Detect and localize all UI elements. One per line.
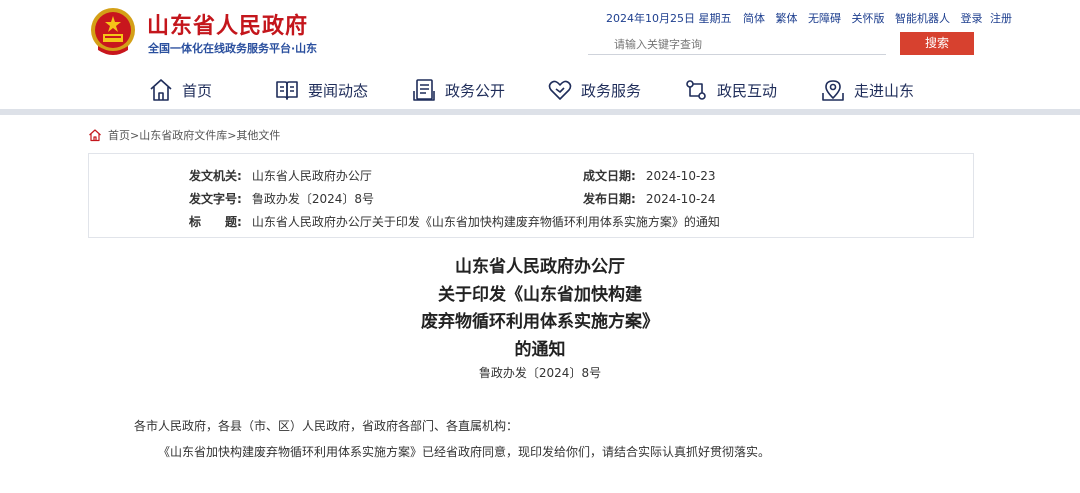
nav-label-gov-service: 政务服务 <box>581 81 642 100</box>
link-register[interactable]: 注册 <box>990 12 1012 25</box>
link-traditional[interactable]: 繁体 <box>776 12 798 25</box>
nav-item-gov-service[interactable]: 政务服务 <box>547 76 641 104</box>
interaction-icon <box>686 80 706 100</box>
link-robot[interactable]: 智能机器人 <box>895 12 950 25</box>
nav-item-interaction[interactable]: 政民互动 <box>683 76 777 104</box>
nav-label-interaction: 政民互动 <box>717 81 778 100</box>
doc-number-label: 发文字号: <box>189 192 242 206</box>
info-issuer: 发文机关: 山东省人民政府办公厅 <box>189 167 372 184</box>
subject-value: 山东省人民政府办公厅关于印发《山东省加快构建废弃物循环利用体系实施方案》的通知 <box>251 215 720 229</box>
heart-icon <box>548 80 572 100</box>
site-header: 山东省人民政府 全国一体化在线政务服务平台·山东 2024年10月25日 星期五… <box>0 0 1080 64</box>
document-title-line-2: 关于印发《山东省加快构建 <box>438 285 642 305</box>
body-paragraph-1: 《山东省加快构建废弃物循环利用体系实施方案》已经省政府同意，现印发给你们，请结合… <box>158 445 771 459</box>
created-date-value: 2024-10-23 <box>645 169 716 183</box>
issuer-label: 发文机关: <box>189 169 242 183</box>
book-icon <box>276 81 298 100</box>
subject-label: 标 题: <box>189 215 242 229</box>
search-button[interactable]: 搜索 <box>900 32 974 55</box>
created-date-label: 成文日期: <box>583 169 636 183</box>
nav-label-shandong: 走进山东 <box>854 81 915 100</box>
breadcrumb: 首页>山东省政府文件库>其他文件 <box>88 127 280 143</box>
search-input[interactable] <box>588 34 886 55</box>
nav-item-news[interactable]: 要闻动态 <box>274 76 368 104</box>
document-number: 鲁政办发〔2024〕8号 <box>478 366 602 380</box>
document-icon <box>413 79 435 101</box>
link-simplified[interactable]: 简体 <box>743 12 765 25</box>
info-created-date: 成文日期: 2024-10-23 <box>583 167 716 184</box>
nav-item-shandong[interactable]: 走进山东 <box>820 76 914 104</box>
document-info-table: 发文机关: 山东省人民政府办公厅 成文日期: 2024-10-23 发文字号: 鲁政办… <box>88 153 974 238</box>
breadcrumb-text[interactable]: 首页>山东省政府文件库>其他文件 <box>108 127 280 143</box>
site-subtitle: 全国一体化在线政务服务平台·山东 <box>148 42 318 55</box>
nav-item-home[interactable]: 首页 <box>148 76 212 104</box>
nav-label-home: 首页 <box>182 81 213 100</box>
info-doc-number: 发文字号: 鲁政办发〔2024〕8号 <box>189 190 374 207</box>
home-icon <box>150 79 172 101</box>
published-date-value: 2024-10-24 <box>645 192 716 206</box>
document-title-line-3: 废弃物循环利用体系实施方案》 <box>421 312 659 332</box>
info-published-date: 发布日期: 2024-10-24 <box>583 190 716 207</box>
search-box <box>588 33 886 55</box>
main-nav: 首页 要闻动态 政务公开 政务服务 政民互动 走进山东 <box>0 64 1080 115</box>
link-care-version[interactable]: 关怀版 <box>852 12 885 25</box>
national-emblem-icon[interactable] <box>88 6 138 58</box>
published-date-label: 发布日期: <box>583 192 636 206</box>
issuer-value: 山东省人民政府办公厅 <box>251 169 372 183</box>
current-date: 2024年10月25日 星期五 <box>606 12 732 25</box>
site-title[interactable]: 山东省人民政府 <box>147 8 308 40</box>
info-subject: 标 题: 山东省人民政府办公厅关于印发《山东省加快构建废弃物循环利用体系实施方案》… <box>189 213 720 230</box>
nav-label-gov-public: 政务公开 <box>445 81 506 100</box>
nav-item-gov-public[interactable]: 政务公开 <box>411 76 505 104</box>
home-icon[interactable] <box>88 128 102 142</box>
link-login[interactable]: 登录 <box>961 12 983 25</box>
document-title-line-4: 的通知 <box>514 340 566 360</box>
salutation: 各市人民政府，各县（市、区）人民政府，省政府各部门、各直属机构： <box>134 419 519 433</box>
doc-number-value: 鲁政办发〔2024〕8号 <box>251 192 374 206</box>
map-pin-icon <box>822 80 844 101</box>
document-title-line-1: 山东省人民政府办公厅 <box>455 257 625 277</box>
top-links: 2024年10月25日 星期五 简体 繁体 无障碍 关怀版 智能机器人 登录 注… <box>606 10 1019 26</box>
nav-label-news: 要闻动态 <box>308 81 369 100</box>
link-accessibility[interactable]: 无障碍 <box>808 12 841 25</box>
